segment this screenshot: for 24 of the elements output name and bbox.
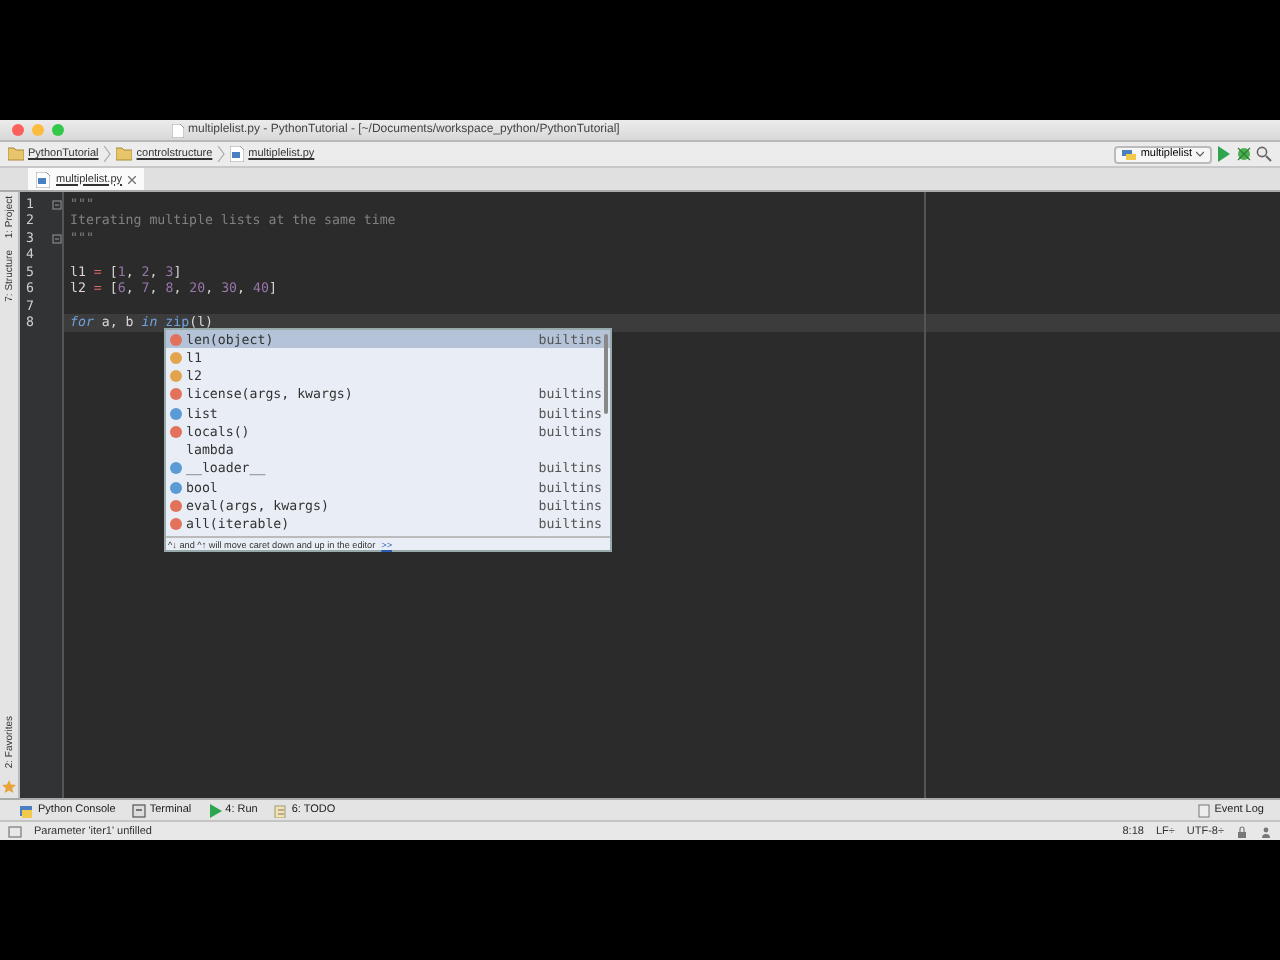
close-button[interactable] — [12, 124, 24, 136]
fold-icon[interactable] — [52, 233, 62, 244]
chevron-icon — [216, 146, 227, 162]
chevron-icon — [102, 146, 113, 162]
todo-icon — [273, 803, 288, 817]
zoom-button[interactable] — [52, 124, 64, 136]
python-icon — [1122, 147, 1137, 161]
star-icon[interactable] — [2, 780, 16, 794]
python-file-icon — [36, 171, 50, 187]
search-icon[interactable] — [1256, 146, 1272, 162]
python-file-icon — [230, 146, 245, 162]
file-icon — [172, 123, 184, 137]
debug-icon[interactable] — [1236, 146, 1252, 162]
scrollbar[interactable] — [604, 334, 608, 414]
close-icon[interactable] — [128, 175, 137, 183]
caret-icon — [1196, 150, 1204, 158]
folder-icon — [116, 146, 133, 162]
folder-icon — [8, 146, 24, 162]
person-icon[interactable] — [1260, 825, 1272, 837]
tool-windows-icon[interactable] — [8, 825, 22, 837]
lock-icon[interactable] — [1236, 825, 1248, 837]
run-icon[interactable] — [1216, 146, 1232, 162]
python-console-icon — [20, 803, 34, 817]
fold-icon[interactable] — [52, 199, 62, 210]
